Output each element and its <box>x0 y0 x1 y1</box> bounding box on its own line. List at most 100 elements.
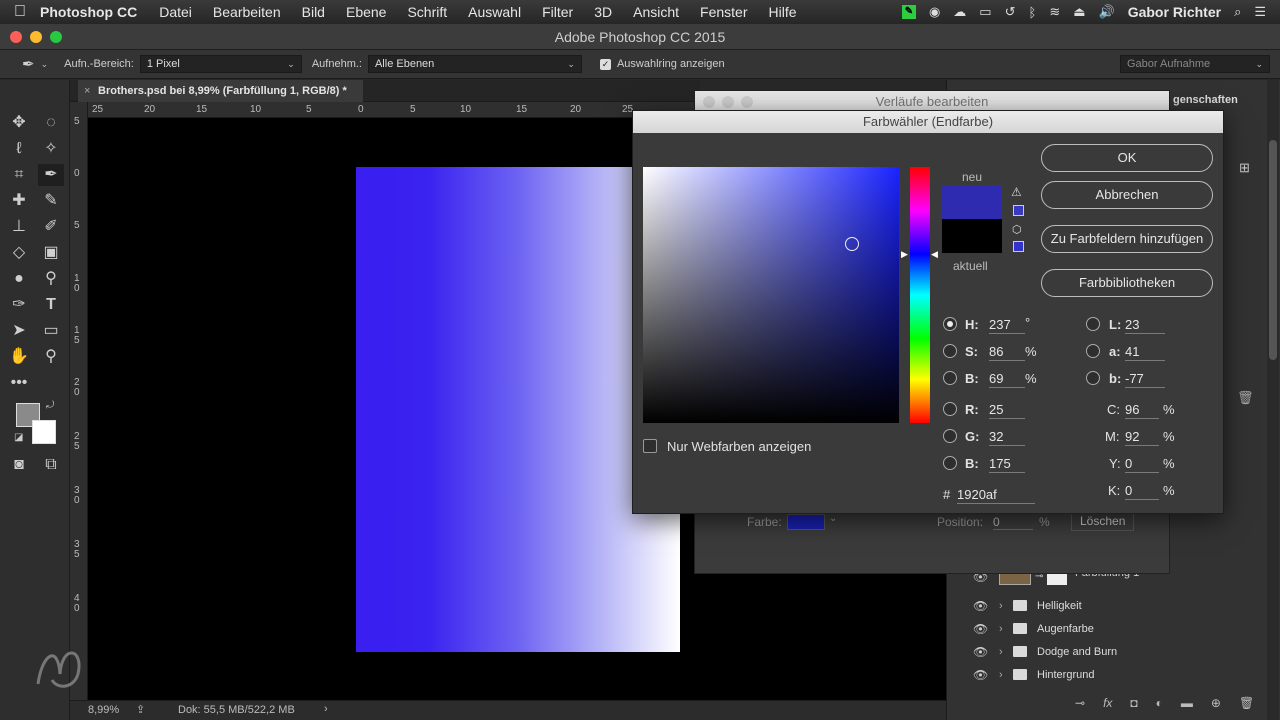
adjustment-layer-icon[interactable]: ◐ <box>1156 696 1163 710</box>
quick-select-tool-icon[interactable]: ✧ <box>38 138 64 160</box>
red-input[interactable]: 25 <box>989 402 1025 419</box>
saturation-radio[interactable] <box>943 344 957 358</box>
eye-icon[interactable]: 👁 <box>973 641 988 663</box>
list-icon[interactable]: ☰ <box>1254 4 1266 20</box>
hue-slider-right-arrow[interactable]: ◀ <box>931 249 938 260</box>
share-icon[interactable]: ⇪ <box>136 703 145 716</box>
cyan-input[interactable]: 96 <box>1125 402 1159 419</box>
new-group-icon[interactable]: ▬ <box>1181 696 1193 710</box>
stamp-tool-icon[interactable]: ⊥ <box>6 216 32 238</box>
app-menu[interactable]: Photoshop CC <box>40 4 137 20</box>
eyedropper-tool-icon[interactable]: ✒ <box>38 164 64 186</box>
path-select-tool-icon[interactable]: ➤ <box>6 320 32 342</box>
more-tools-icon[interactable]: ••• <box>6 372 32 394</box>
blue-radio[interactable] <box>943 456 957 470</box>
wifi-icon[interactable]: ≋ <box>1049 4 1060 20</box>
eject-icon[interactable]: ⏏ <box>1073 4 1085 20</box>
eye-icon[interactable]: 👁 <box>973 664 988 686</box>
close-tab-icon[interactable]: × <box>84 80 90 102</box>
pen-tool-icon[interactable]: ✑ <box>6 294 32 316</box>
color-stop-swatch[interactable] <box>787 514 825 530</box>
saturation-input[interactable]: 86 <box>989 344 1025 361</box>
menu-ansicht[interactable]: Ansicht <box>633 4 679 20</box>
hand-tool-icon[interactable]: ✋ <box>6 346 32 368</box>
current-color-swatch[interactable] <box>942 219 1002 253</box>
rectangle-tool-icon[interactable]: ▭ <box>38 320 64 342</box>
type-tool-icon[interactable]: T <box>38 294 64 316</box>
bluetooth-icon[interactable]: ᛒ <box>1029 5 1037 20</box>
eye-icon[interactable]: 👁 <box>973 618 988 640</box>
gamut-color-swatch[interactable] <box>1013 205 1024 216</box>
background-color-swatch[interactable] <box>32 420 56 444</box>
add-mask-icon[interactable]: ◘ <box>1130 696 1137 710</box>
menu-datei[interactable]: Datei <box>159 4 192 20</box>
menu-auswahl[interactable]: Auswahl <box>468 4 521 20</box>
menu-hilfe[interactable]: Hilfe <box>769 4 797 20</box>
menu-schrift[interactable]: Schrift <box>407 4 447 20</box>
chevron-down-icon[interactable]: ⌄ <box>41 59 49 70</box>
show-ring-checkbox[interactable]: ✓ <box>599 58 611 70</box>
web-colors-checkbox[interactable] <box>643 439 657 453</box>
red-radio[interactable] <box>943 402 957 416</box>
delete-layer-icon[interactable]: 🗑 <box>1239 696 1254 710</box>
green-input[interactable]: 32 <box>989 429 1025 446</box>
quick-mask-icon[interactable]: ◙ <box>6 454 32 476</box>
hue-radio[interactable] <box>943 317 957 331</box>
saturation-brightness-field[interactable] <box>643 167 899 423</box>
hue-slider[interactable] <box>910 167 930 423</box>
out-of-gamut-warning-icon[interactable]: ⚠ <box>1011 185 1022 199</box>
layer-row[interactable]: 👁 › Augenfarbe <box>947 618 1267 640</box>
menu-ebene[interactable]: Ebene <box>346 4 386 20</box>
lab-l-input[interactable]: 23 <box>1125 317 1165 334</box>
workspace-select[interactable]: Gabor Aufnahme ⌄ <box>1120 55 1270 73</box>
lab-a-input[interactable]: 41 <box>1125 344 1165 361</box>
yellow-input[interactable]: 0 <box>1125 456 1159 473</box>
chevron-right-icon[interactable]: › <box>999 641 1003 663</box>
menu-bild[interactable]: Bild <box>302 4 325 20</box>
green-radio[interactable] <box>943 429 957 443</box>
properties-tab[interactable]: genschaften <box>1173 94 1238 106</box>
menu-fenster[interactable]: Fenster <box>700 4 747 20</box>
time-machine-icon[interactable]: ↺ <box>1005 4 1016 20</box>
display-icon[interactable]: ▭ <box>979 4 991 20</box>
apple-icon[interactable]:  <box>0 3 40 21</box>
menu-bearbeiten[interactable]: Bearbeiten <box>213 4 281 20</box>
minimize-window-button[interactable] <box>722 96 734 108</box>
move-tool-icon[interactable]: ✥ <box>6 112 32 134</box>
position-input[interactable]: 0 <box>993 515 1033 530</box>
black-input[interactable]: 0 <box>1125 483 1159 500</box>
cancel-button[interactable]: Abbrechen <box>1041 181 1213 209</box>
eraser-tool-icon[interactable]: ◇ <box>6 242 32 264</box>
layer-row[interactable]: 👁 › Helligkeit <box>947 595 1267 617</box>
lab-b-input[interactable]: -77 <box>1125 371 1165 388</box>
gradient-tool-icon[interactable]: ▣ <box>38 242 64 264</box>
default-colors-icon[interactable]: ◪ <box>14 432 23 443</box>
document-tab[interactable]: × Brothers.psd bei 8,99% (Farbfüllung 1,… <box>78 80 363 102</box>
layer-row[interactable]: 👁 › Dodge and Burn <box>947 641 1267 663</box>
brightness-radio[interactable] <box>943 371 957 385</box>
cloud-icon[interactable]: ☁ <box>953 4 966 20</box>
brightness-input[interactable]: 69 <box>989 371 1025 388</box>
screen-mode-icon[interactable]: ⧉ <box>38 454 64 476</box>
ok-button[interactable]: OK <box>1041 144 1213 172</box>
web-safe-color-swatch[interactable] <box>1013 241 1024 252</box>
link-layers-icon[interactable]: ⊸ <box>1075 696 1085 710</box>
zoom-window-button[interactable] <box>50 31 62 43</box>
zoom-level[interactable]: 8,99% <box>88 704 119 716</box>
healing-tool-icon[interactable]: ✚ <box>6 190 32 212</box>
crop-tool-icon[interactable]: ⌗ <box>6 164 32 186</box>
delete-stop-button[interactable]: Löschen <box>1071 511 1135 531</box>
zoom-tool-icon[interactable]: ⚲ <box>38 346 64 368</box>
minimize-window-button[interactable] <box>30 31 42 43</box>
close-window-button[interactable] <box>10 31 22 43</box>
transform-icon[interactable]: ⊞ <box>1239 160 1250 176</box>
zoom-window-button[interactable] <box>741 96 753 108</box>
menu-filter[interactable]: Filter <box>542 4 573 20</box>
web-safe-cube-icon[interactable]: ⬡ <box>1012 223 1022 236</box>
brush-tool-icon[interactable]: ✎ <box>38 190 64 212</box>
chevron-right-icon[interactable]: › <box>999 664 1003 686</box>
chevron-right-icon[interactable]: › <box>324 703 328 715</box>
chevron-down-icon[interactable]: ⌄ <box>829 513 837 524</box>
hex-input[interactable]: 1920af <box>957 487 1035 504</box>
evernote-icon[interactable]: ✎ <box>901 5 916 19</box>
